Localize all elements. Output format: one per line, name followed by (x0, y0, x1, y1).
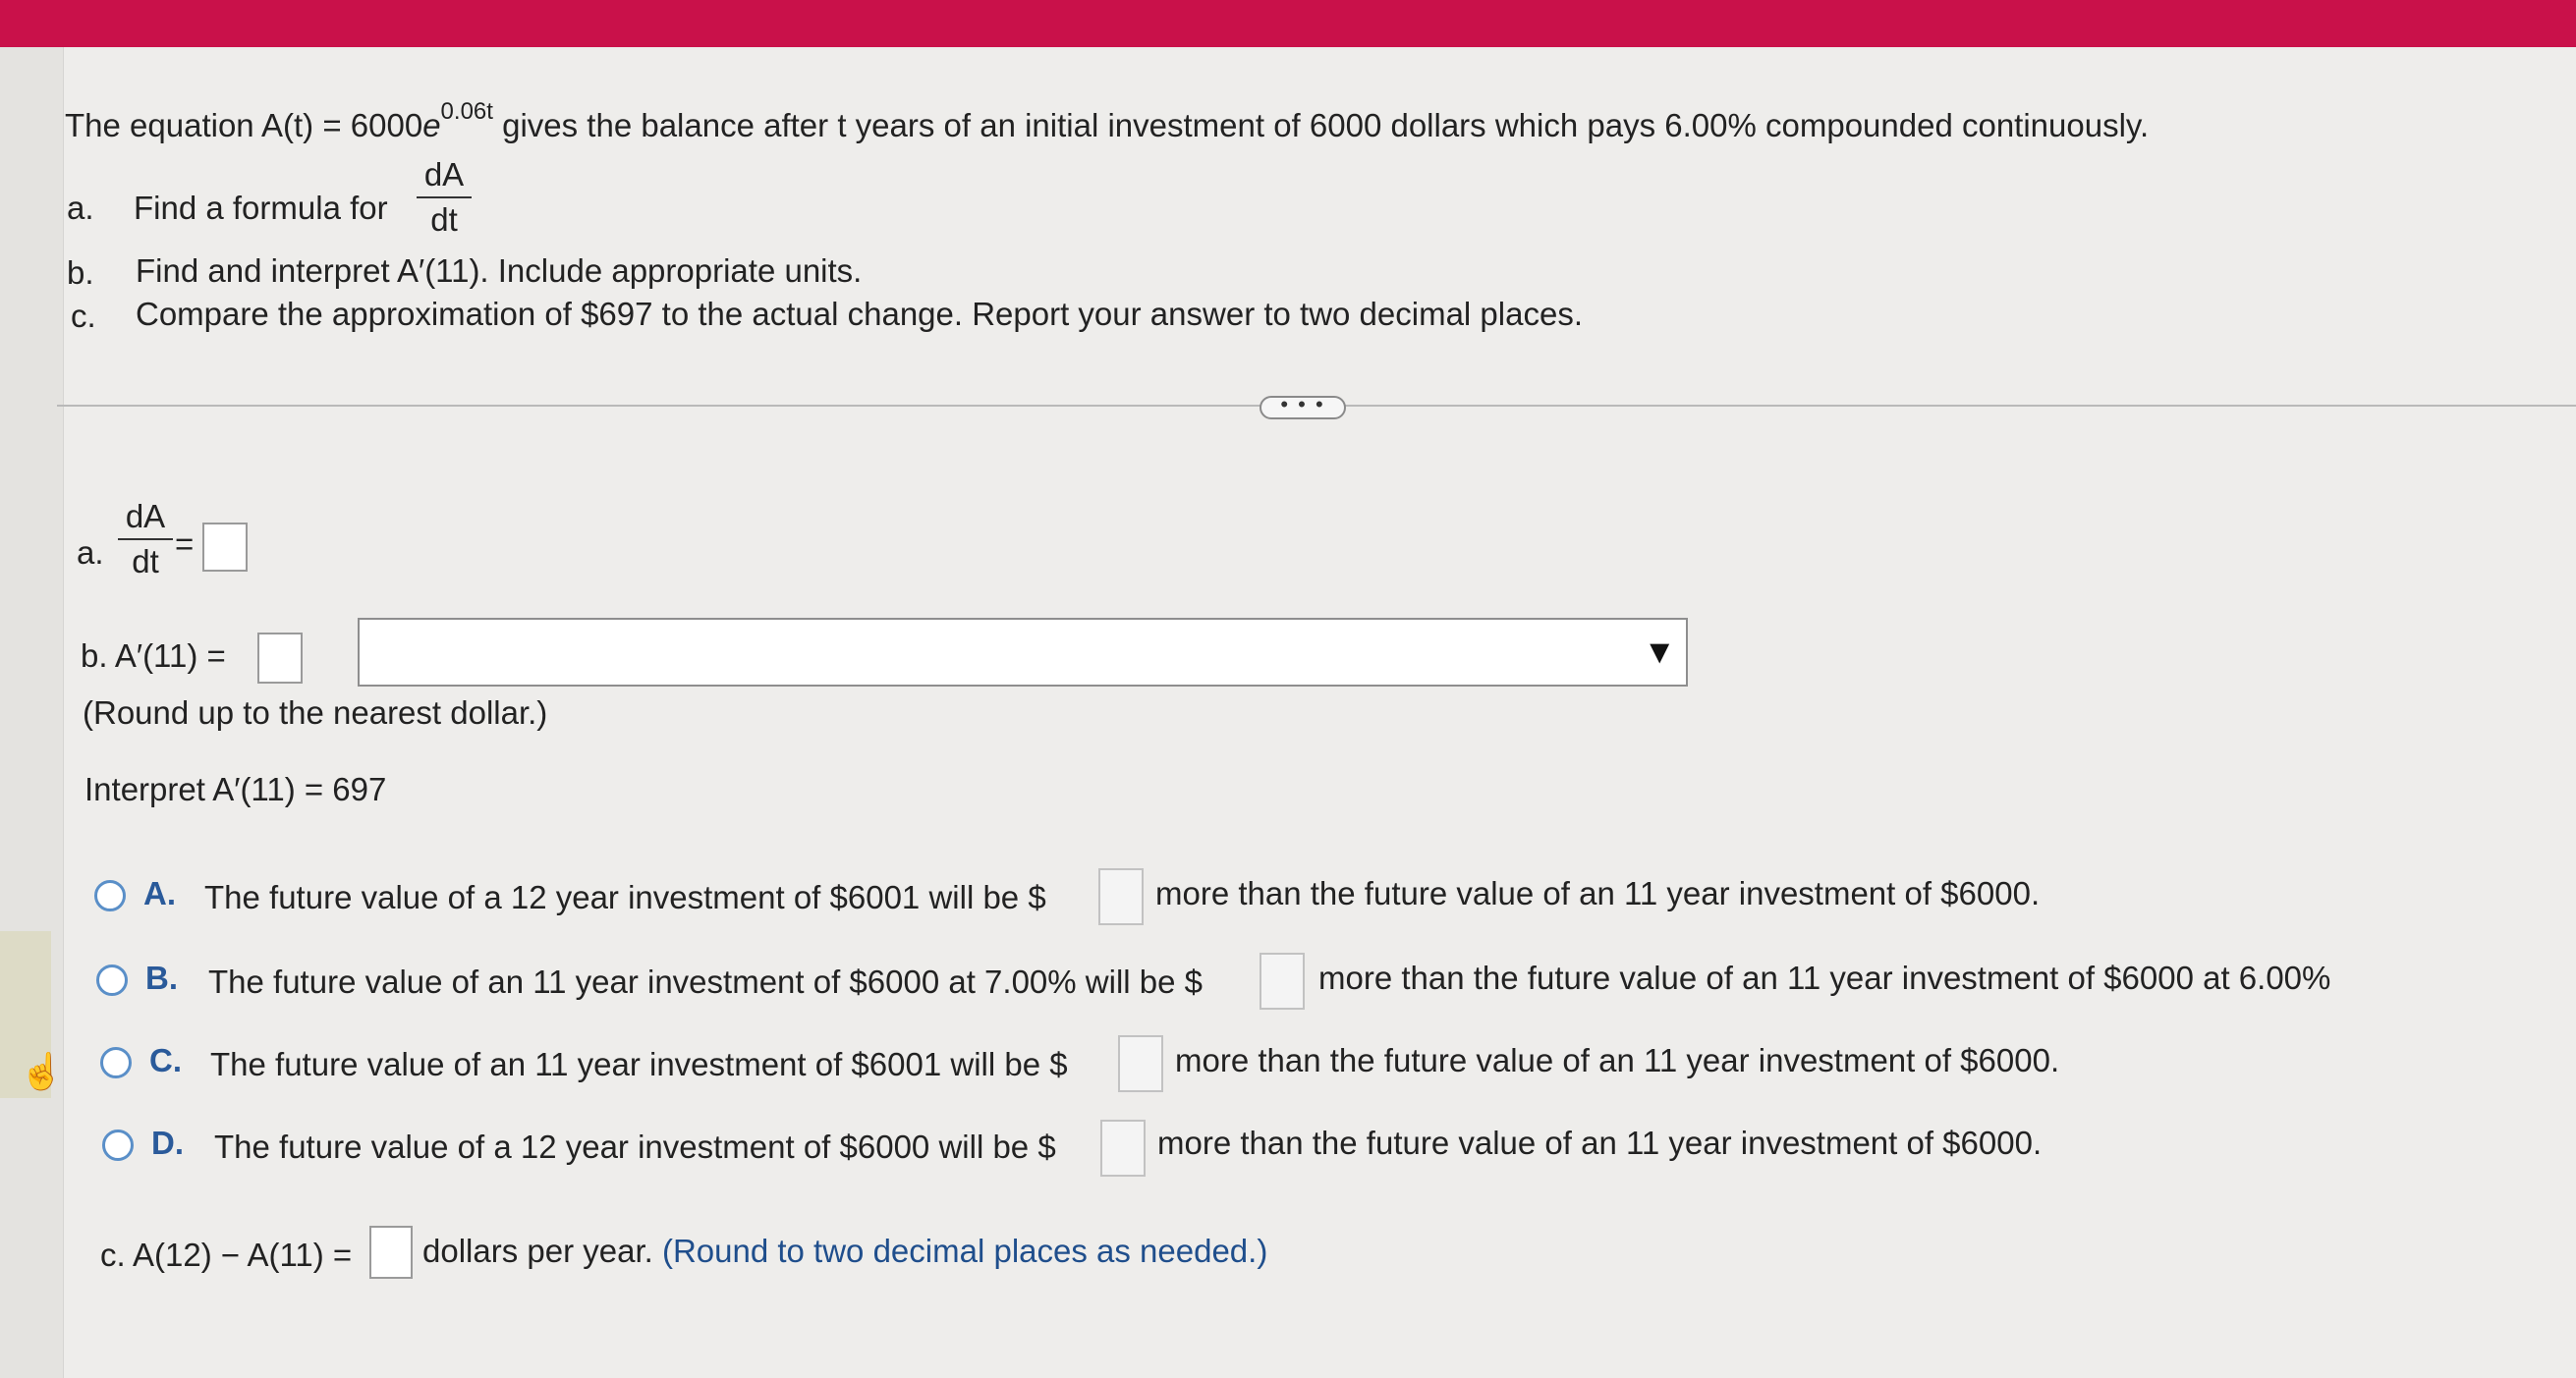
hand-pointer-icon: ☝ (20, 1051, 64, 1091)
option-b-text-end: more than the future value of an 11 year… (1318, 960, 2331, 996)
answer-c-label: c. A(12) − A(11) = (100, 1237, 353, 1273)
option-a-input[interactable] (1098, 868, 1144, 925)
option-d-text-start: The future value of a 12 year investment… (214, 1129, 1056, 1165)
answer-a-fraction: dA dt (118, 497, 173, 581)
derivative-fraction: dA dt (417, 155, 472, 240)
round-note-b: (Round up to the nearest dollar.) (83, 694, 548, 731)
answer-b-input[interactable] (257, 633, 303, 684)
answer-c-input[interactable] (369, 1226, 413, 1279)
option-d-input[interactable] (1100, 1120, 1146, 1177)
option-c-text-start: The future value of an 11 year investmen… (210, 1046, 1068, 1082)
interpretation-dropdown[interactable]: ▼ (358, 618, 1688, 687)
interpret-label: Interpret A′(11) = 697 (84, 771, 387, 807)
part-b-text: Find and interpret A′(11). Include appro… (136, 252, 863, 289)
answer-a-input[interactable] (202, 523, 248, 572)
expand-button[interactable]: • • • (1260, 394, 1346, 419)
option-c-input[interactable] (1118, 1035, 1163, 1092)
option-b-letter: B. (145, 960, 178, 996)
option-d-text-end: more than the future value of an 11 year… (1157, 1125, 2043, 1161)
option-b-text-start: The future value of an 11 year investmen… (208, 964, 1204, 1000)
option-a-letter: A. (143, 875, 176, 911)
triangle-down-icon: ▼ (1643, 634, 1676, 671)
option-b-input[interactable] (1260, 953, 1305, 1010)
option-c-letter: C. (149, 1042, 182, 1078)
radio-option-a[interactable] (94, 880, 126, 911)
answer-b-label: b. A′(11) = (81, 637, 226, 674)
part-a-label: a. (67, 190, 94, 226)
part-c-label: c. (71, 298, 96, 334)
radio-option-b[interactable] (96, 965, 128, 996)
option-a-text-end: more than the future value of an 11 year… (1155, 875, 2041, 911)
left-gutter (0, 47, 64, 1378)
answer-a-equals: = (175, 525, 195, 562)
option-c-text-end: more than the future value of an 11 year… (1175, 1042, 2060, 1078)
problem-intro: The equation A(t) = 6000e0.06t gives the… (65, 98, 2150, 144)
radio-option-d[interactable] (102, 1130, 134, 1161)
answer-c-units-text: dollars per year. (422, 1233, 653, 1269)
radio-option-c[interactable] (100, 1047, 132, 1078)
answer-c-units: dollars per year. (Round to two decimal … (422, 1232, 1267, 1271)
answer-a-label: a. (77, 534, 104, 571)
question-page: ☝ The equation A(t) = 6000e0.06t gives t… (0, 47, 2576, 1378)
part-c-text: Compare the approximation of $697 to the… (136, 296, 1583, 332)
part-a-text: Find a formula for (134, 190, 388, 226)
option-a-text-start: The future value of a 12 year investment… (204, 879, 1046, 915)
option-d-letter: D. (151, 1125, 184, 1161)
round-note-c: (Round to two decimal places as needed.) (661, 1233, 1268, 1269)
part-b-label: b. (67, 254, 94, 291)
